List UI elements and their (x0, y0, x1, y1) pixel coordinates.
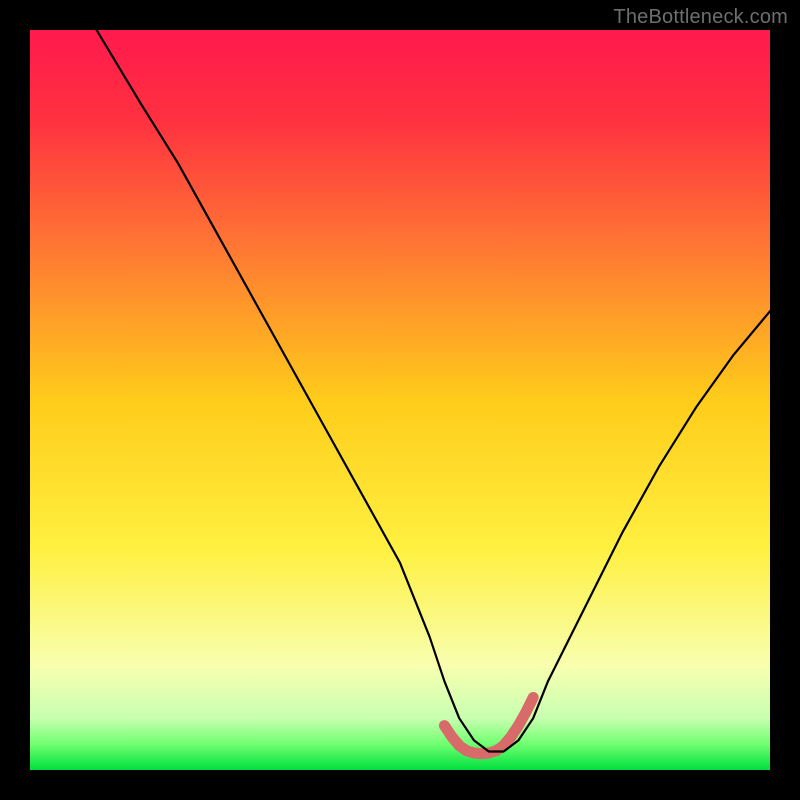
chart-frame: TheBottleneck.com (0, 0, 800, 800)
chart-plot-area (30, 30, 770, 770)
gradient-background (30, 30, 770, 770)
bottleneck-chart (30, 30, 770, 770)
watermark-text: TheBottleneck.com (613, 6, 788, 29)
